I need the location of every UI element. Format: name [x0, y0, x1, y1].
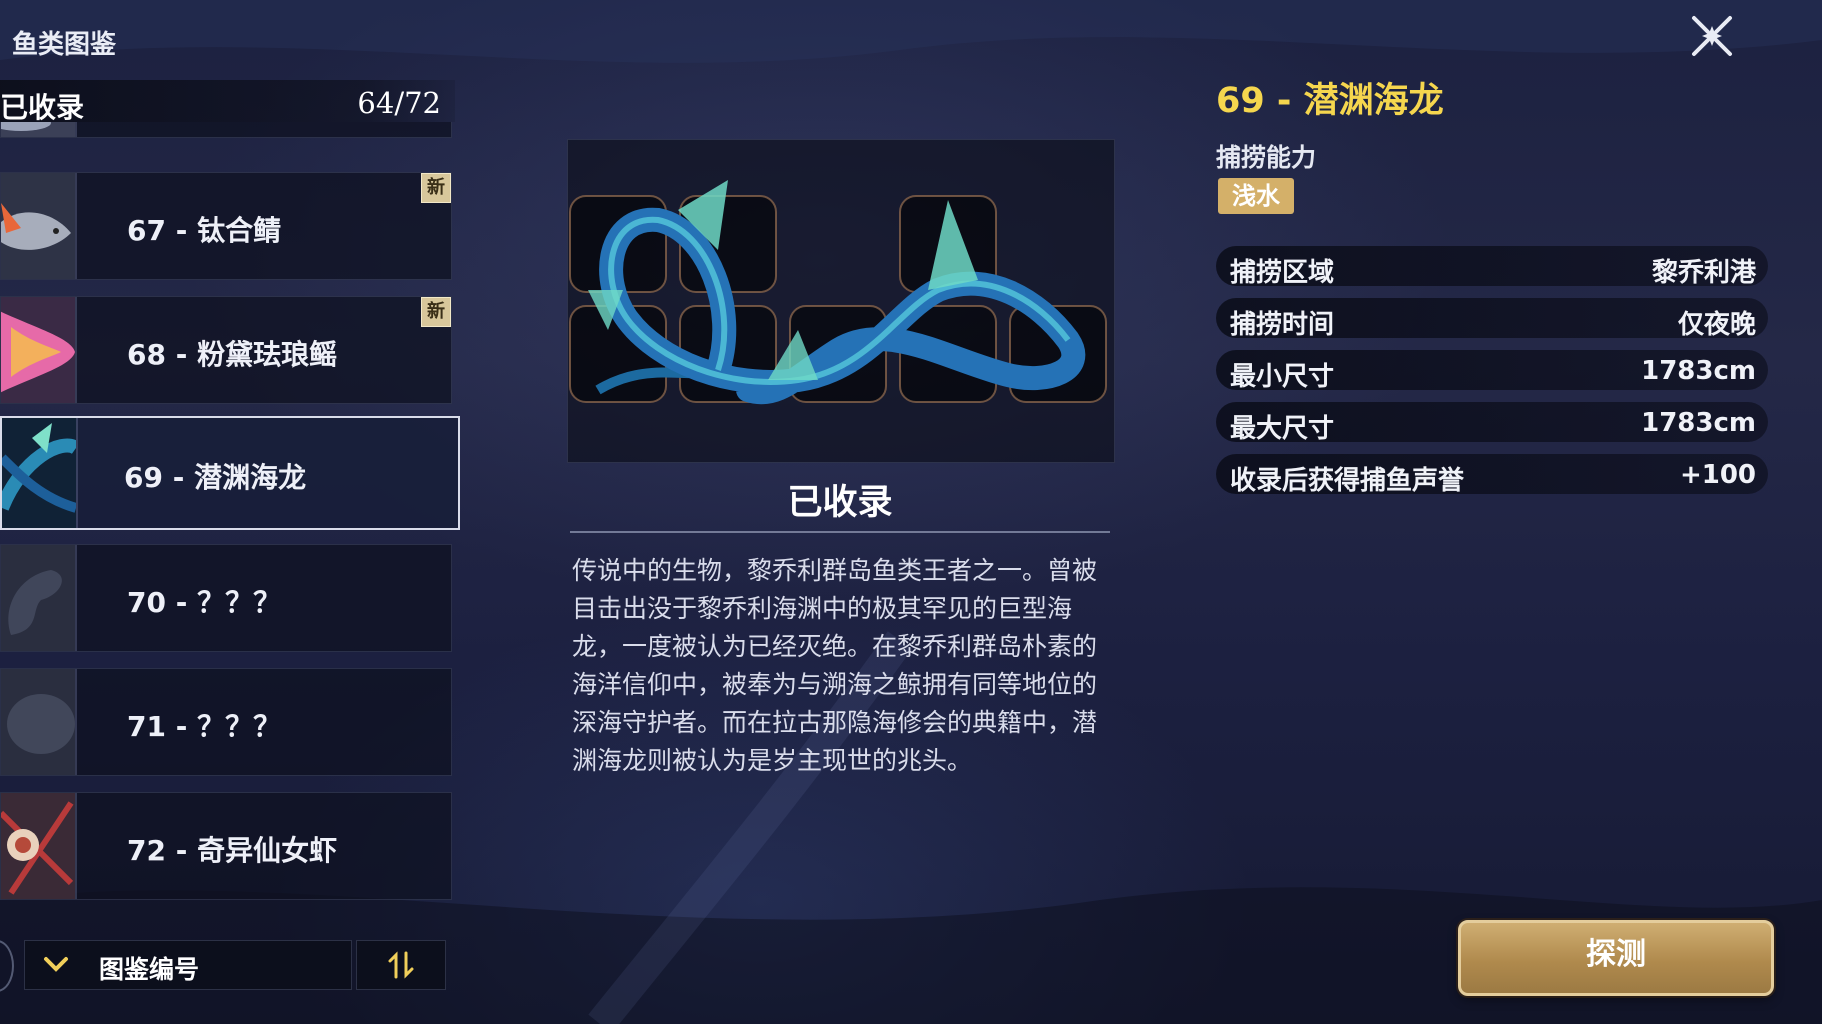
new-badge: 新: [421, 297, 451, 327]
new-badge: 新: [421, 173, 451, 203]
page-title: 鱼类图鉴: [12, 30, 117, 60]
stat-row: 捕捞时间 仅夜晚: [1216, 298, 1768, 340]
stat-value: 黎乔利港: [1651, 258, 1756, 288]
close-icon[interactable]: [1688, 12, 1736, 60]
sort-order-icon: [388, 951, 414, 979]
list-item-label: 67 - 钛合鲭: [127, 214, 282, 247]
fish-thumbnail: [1, 545, 77, 651]
fish-list[interactable]: 67 - 钛合鲭 新 68 - 粉黛珐琅鳐 新 69 - 潜渊海龙 70 - ？…: [0, 122, 470, 912]
list-item-label: 69 - 潜渊海龙: [124, 461, 307, 494]
ability-title: 捕捞能力: [1216, 143, 1317, 172]
fish-title: 69 - 潜渊海龙: [1216, 81, 1444, 121]
fish-image: [567, 139, 1115, 463]
stat-name: 捕捞区域: [1230, 258, 1335, 288]
collection-summary: 已收录 64/72: [0, 80, 455, 124]
collection-label: 已收录: [0, 91, 85, 124]
list-item-label: 72 - 奇异仙女虾: [127, 834, 338, 867]
stat-row: 最大尺寸 1783cm: [1216, 402, 1768, 444]
stat-name: 最小尺寸: [1230, 362, 1335, 392]
divider: [570, 531, 1110, 533]
fish-description: 传说中的生物，黎乔利群岛鱼类王者之一。曾被目击出没于黎乔利海渊中的极其罕见的巨型…: [572, 556, 1098, 775]
list-item[interactable]: 68 - 粉黛珐琅鳐 新: [0, 296, 452, 404]
list-item[interactable]: 70 - ？？？: [0, 544, 452, 652]
fish-thumbnail: [1, 669, 77, 775]
list-item-label: 71 - ？？？: [127, 710, 282, 743]
collected-status: 已收录: [787, 483, 893, 523]
list-item[interactable]: 71 - ？？？: [0, 668, 452, 776]
fish-thumbnail: [1, 173, 77, 279]
sort-order-button[interactable]: [356, 940, 446, 990]
stat-row: 最小尺寸 1783cm: [1216, 350, 1768, 392]
stat-value: +100: [1679, 460, 1756, 490]
stat-name: 收录后获得捕鱼声誉: [1230, 466, 1465, 496]
fish-thumbnail: [1, 122, 77, 137]
sort-label: 图鉴编号: [99, 955, 200, 984]
list-item[interactable]: 72 - 奇异仙女虾: [0, 792, 452, 900]
stat-name: 最大尺寸: [1230, 414, 1335, 444]
detect-button[interactable]: 探测: [1458, 920, 1774, 996]
stat-row: 收录后获得捕鱼声誉 +100: [1216, 454, 1768, 496]
list-item-label: 70 - ？？？: [127, 586, 282, 619]
fish-thumbnail: [2, 418, 78, 528]
stat-value: 1783cm: [1641, 408, 1756, 438]
fish-thumbnail: [1, 297, 77, 403]
stat-name: 捕捞时间: [1230, 310, 1335, 340]
list-item[interactable]: 67 - 钛合鲭 新: [0, 172, 452, 280]
stat-value: 仅夜晚: [1677, 310, 1756, 340]
list-item-selected[interactable]: 69 - 潜渊海龙: [0, 416, 460, 530]
collection-count: 64/72: [357, 86, 441, 120]
filter-button[interactable]: [0, 940, 14, 992]
sort-select[interactable]: 图鉴编号: [24, 940, 352, 990]
list-item[interactable]: [0, 122, 452, 138]
fish-thumbnail: [1, 793, 77, 899]
stat-row: 捕捞区域 黎乔利港: [1216, 246, 1768, 288]
ability-tag: 浅水: [1218, 178, 1294, 214]
chevron-down-icon: [44, 957, 68, 972]
list-item-label: 68 - 粉黛珐琅鳐: [127, 338, 338, 371]
stat-value: 1783cm: [1641, 356, 1756, 386]
